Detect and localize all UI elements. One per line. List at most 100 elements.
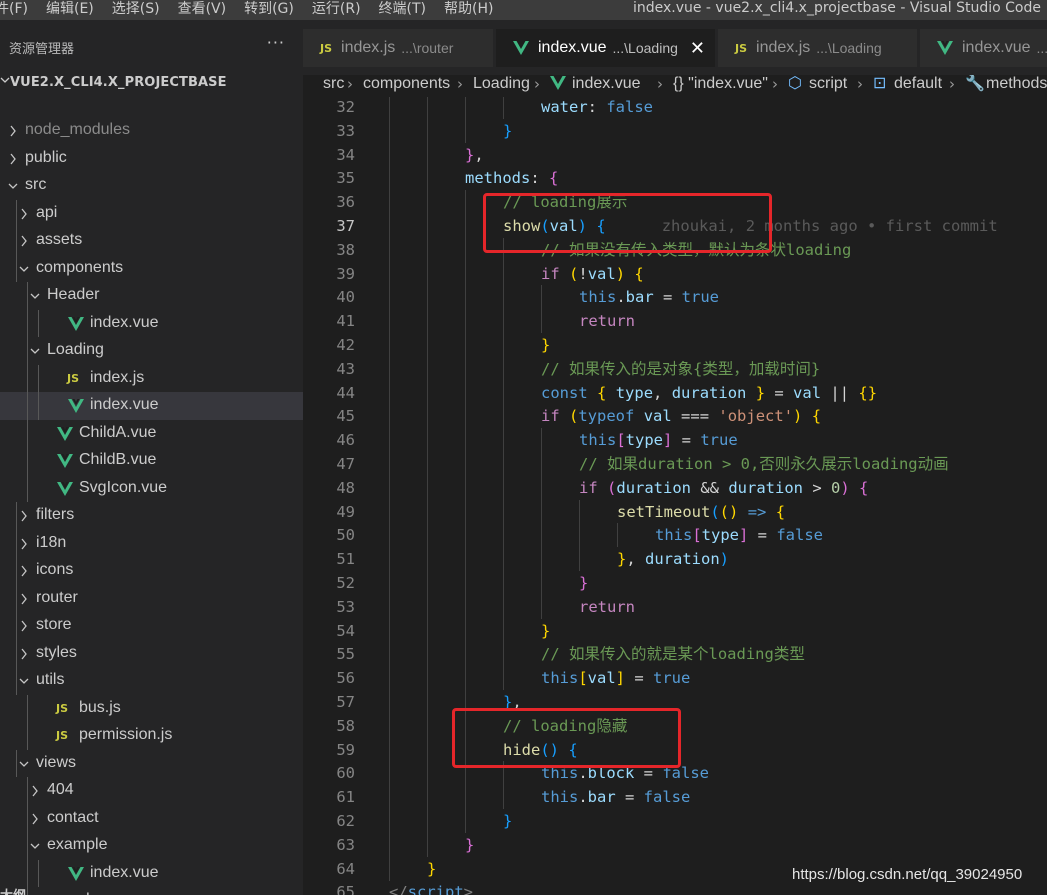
- code-token: true: [681, 288, 719, 307]
- code-token: this: [541, 669, 579, 688]
- folder-item[interactable]: example: [0, 832, 303, 860]
- folder-item[interactable]: i18n: [0, 529, 303, 557]
- folder-item[interactable]: router: [0, 584, 303, 612]
- indent-guide: [503, 261, 504, 286]
- folder-item[interactable]: contact: [0, 804, 303, 832]
- code-token: {: [859, 478, 869, 497]
- crumb-file[interactable]: index.vue: [572, 75, 641, 93]
- indent-guide: [503, 618, 504, 643]
- folder-item[interactable]: assets: [0, 227, 303, 255]
- close-icon[interactable]: ✕: [690, 38, 705, 59]
- folder-item[interactable]: Header: [0, 282, 303, 310]
- project-section-header[interactable]: VUE2.X_CLI4.X_PROJECTBASE: [0, 72, 303, 94]
- crumb-script[interactable]: script: [809, 75, 847, 93]
- menu-item[interactable]: 件(F): [0, 0, 37, 20]
- outline-section-header[interactable]: 大纲: [0, 885, 26, 895]
- folder-item[interactable]: Loading: [0, 337, 303, 365]
- indent-guide: [16, 667, 17, 695]
- folder-item[interactable]: api: [0, 199, 303, 227]
- code-editor[interactable]: 32 water: false 33} 34}, 35 methods: {36// lo…: [303, 97, 1047, 895]
- file-item[interactable]: JS permission.js: [0, 722, 303, 750]
- tree-item-label: node_modules: [25, 121, 130, 138]
- code-line: 32 water: false: [303, 97, 1047, 119]
- menu-item[interactable]: 终端(T): [370, 0, 435, 20]
- tab-title: index.vue: [538, 39, 607, 56]
- file-item[interactable]: SvgIcon.vue: [0, 474, 303, 502]
- indent-guide: [465, 380, 466, 405]
- indent-guide: [27, 859, 28, 887]
- line-number: 43: [336, 359, 355, 378]
- file-item[interactable]: JS bus.js: [0, 694, 303, 722]
- folder-item[interactable]: components: [0, 254, 303, 282]
- folder-item[interactable]: filters: [0, 502, 303, 530]
- indent-guide: [389, 499, 390, 524]
- line-number: 46: [336, 431, 355, 450]
- indent-guide: [465, 452, 466, 476]
- indent-guide: [427, 97, 428, 119]
- file-item[interactable]: JS index.js: [0, 364, 303, 392]
- indent-guide: [427, 380, 428, 405]
- editor-tab[interactable]: index.vue ...\: [920, 29, 1047, 67]
- menu-item[interactable]: 运行(R): [303, 0, 370, 20]
- code-token: {: [775, 502, 786, 521]
- tree-item-label: store: [36, 616, 72, 633]
- file-item[interactable]: index.vue: [0, 392, 303, 420]
- chevron-right-icon: [32, 785, 38, 797]
- tree-item-label: filters: [36, 506, 75, 523]
- menu-item[interactable]: 转到(G): [235, 0, 303, 20]
- indent-guide: [38, 309, 39, 337]
- folder-item[interactable]: 404: [0, 777, 303, 805]
- folder-item[interactable]: node_modules: [0, 117, 303, 145]
- line-content: this[val] = true: [541, 666, 690, 690]
- crumb-src[interactable]: src: [323, 75, 344, 93]
- folder-item[interactable]: src: [0, 172, 303, 200]
- folder-item[interactable]: icons: [0, 557, 303, 585]
- file-item[interactable]: index.vue: [0, 859, 303, 887]
- line-number: 33: [336, 121, 355, 140]
- chevron-right-icon: ›: [347, 75, 353, 93]
- folder-item[interactable]: views: [0, 749, 303, 777]
- indent-guide: [427, 642, 428, 667]
- code-token: bar: [625, 288, 654, 307]
- folder-item[interactable]: utils: [0, 667, 303, 695]
- indent-guide: [38, 859, 39, 887]
- vue-file-icon: [57, 481, 73, 496]
- code-line: 49 setTimeout(() => {: [303, 499, 1047, 524]
- editor-tab[interactable]: JS index.js ...\Loading: [718, 29, 917, 67]
- code-token: 'object': [718, 407, 794, 426]
- code-token: =: [672, 431, 701, 450]
- more-actions-button[interactable]: ···: [267, 33, 285, 52]
- crumb-default[interactable]: default: [894, 75, 942, 93]
- indent-guide: [465, 785, 466, 810]
- indent-guide: [503, 356, 504, 381]
- indent-guide: [503, 499, 504, 524]
- menu-item[interactable]: 选择(S): [103, 0, 169, 20]
- indent-guide: [16, 227, 17, 255]
- file-item[interactable]: index.vue: [0, 309, 303, 337]
- code-token: ): [615, 264, 626, 283]
- wrench-icon: 🔧: [965, 75, 985, 92]
- crumb-module[interactable]: {} "index.vue": [673, 75, 768, 93]
- menu-item[interactable]: 编辑(E): [37, 0, 103, 20]
- editor-tab[interactable]: JS index.js ...\router: [303, 29, 493, 67]
- code-token: (: [569, 264, 579, 283]
- folder-item[interactable]: public: [0, 145, 303, 173]
- crumb-loading[interactable]: Loading: [473, 75, 530, 93]
- code-token: if: [541, 264, 560, 283]
- folder-item[interactable]: excode: [0, 887, 303, 895]
- editor-tab[interactable]: index.vue ...\Loading ✕: [496, 29, 715, 67]
- menu-item[interactable]: 帮助(H): [435, 0, 502, 20]
- crumb-components[interactable]: components: [363, 75, 450, 93]
- code-token: ,: [653, 383, 672, 402]
- menu-item[interactable]: 查看(V): [169, 0, 236, 20]
- indent-guide: [503, 404, 504, 429]
- indent-guide: [427, 547, 428, 572]
- file-tree: node_modulespublic src api assets components…: [0, 117, 303, 895]
- folder-item[interactable]: store: [0, 612, 303, 640]
- folder-item[interactable]: styles: [0, 639, 303, 667]
- chevron-right-icon: [10, 153, 16, 164]
- file-item[interactable]: ChildB.vue: [0, 447, 303, 475]
- crumb-methods[interactable]: methods: [986, 75, 1047, 93]
- file-item[interactable]: ChildA.vue: [0, 419, 303, 447]
